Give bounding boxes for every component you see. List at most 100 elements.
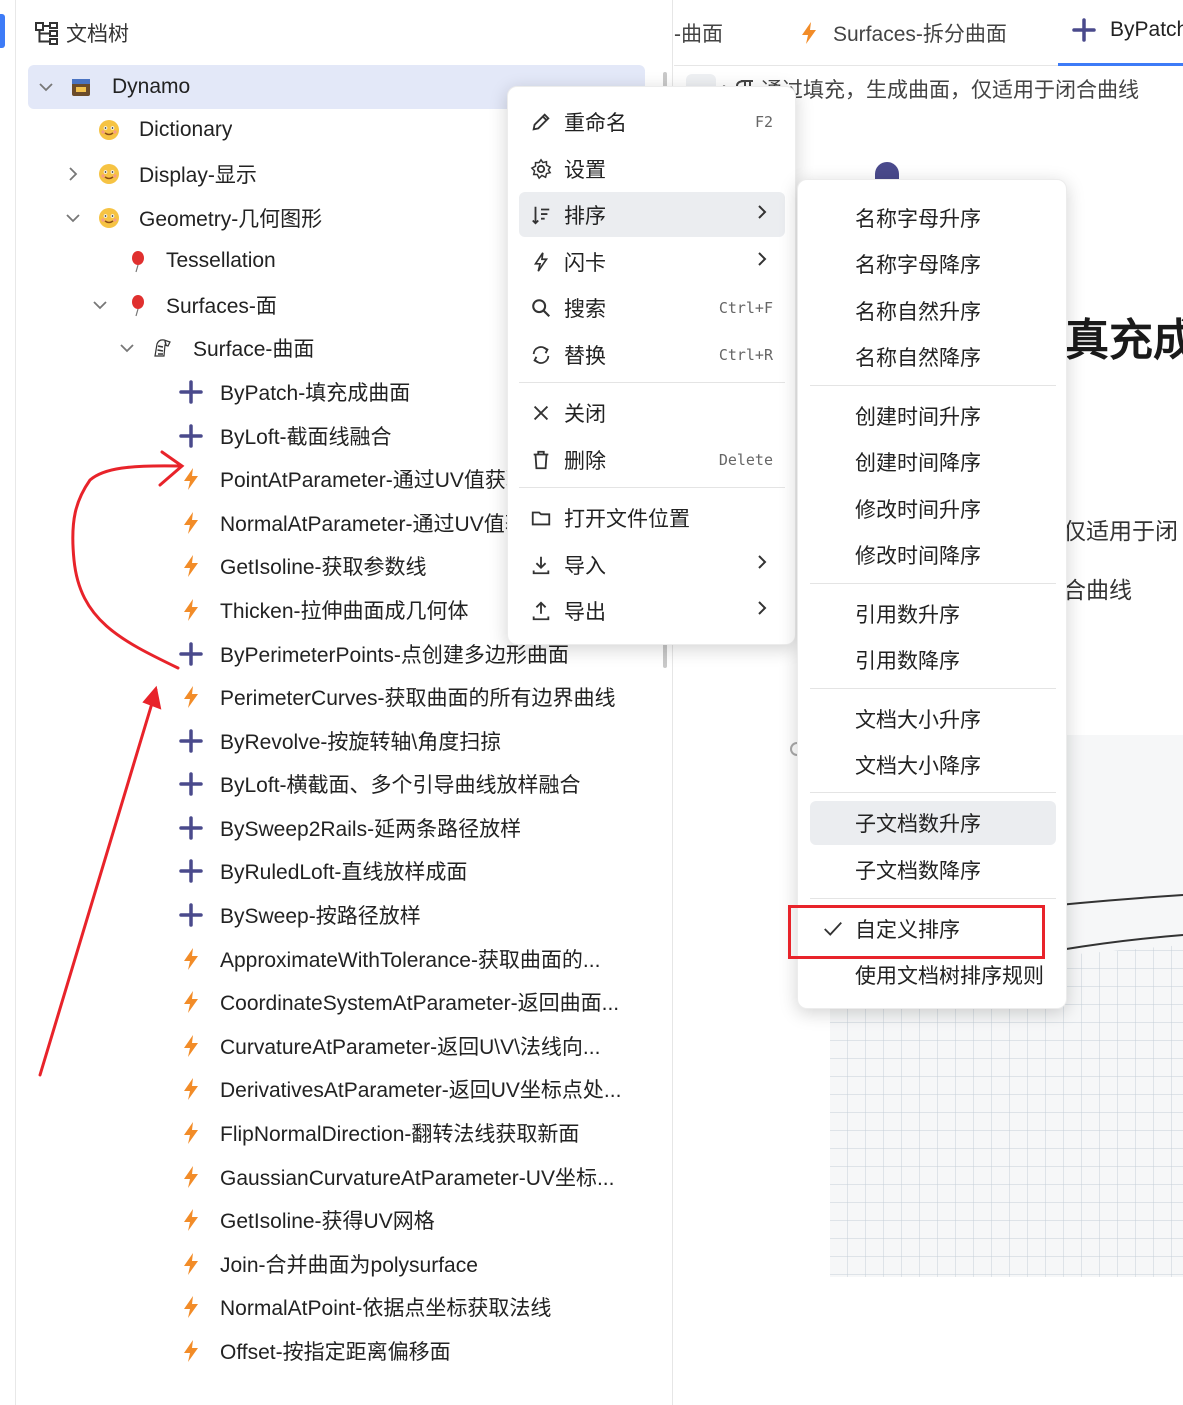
lightning-icon [184, 468, 198, 491]
tree-item-icon[interactable] [178, 1120, 204, 1146]
sort-option[interactable]: 引用数升序 [810, 592, 1056, 636]
tree-item-label: NormalAtPoint-依据点坐标获取法线 [220, 1297, 552, 1321]
tree-item-icon[interactable] [178, 423, 204, 449]
tree-item[interactable]: Offset-按指定距离偏移面 [16, 1329, 656, 1373]
chevron-down-icon[interactable] [117, 338, 137, 358]
tree-item[interactable]: GaussianCurvatureAtParameter-UV坐标... [16, 1155, 656, 1199]
left-accent-bar [0, 14, 5, 48]
tree-item[interactable]: Join-合并曲面为polysurface [16, 1242, 656, 1286]
tree-item-icon[interactable] [96, 205, 122, 231]
menu-item[interactable]: 排序 [519, 192, 785, 237]
menu-item[interactable]: 导入 [519, 542, 785, 587]
menu-item[interactable]: 闪卡 [519, 239, 785, 284]
tree-item[interactable]: ApproximateWithTolerance-获取曲面的... [16, 937, 656, 981]
tree-item[interactable]: BySweep2Rails-延两条路径放样 [16, 806, 656, 850]
tree-item-icon[interactable] [150, 335, 176, 361]
lightning-icon [184, 1165, 198, 1188]
sort-option[interactable]: 引用数降序 [810, 638, 1056, 682]
tree-item-icon[interactable] [178, 728, 204, 754]
tree-item-icon[interactable] [68, 74, 94, 100]
tree-item-icon[interactable] [178, 815, 204, 841]
tree-item-icon[interactable] [178, 1338, 204, 1364]
sort-option[interactable]: 名称字母升序 [810, 196, 1056, 240]
menu-item[interactable]: 删除 Delete [519, 437, 785, 482]
tree-item-icon[interactable] [96, 161, 122, 187]
menu-item[interactable]: 搜索 Ctrl+F [519, 285, 785, 330]
menu-item-icon [529, 448, 553, 472]
sort-option[interactable]: 创建时间升序 [810, 394, 1056, 438]
sort-option[interactable]: 修改时间降序 [810, 533, 1056, 577]
tree-item-icon[interactable] [178, 902, 204, 928]
tree-item-icon[interactable] [96, 117, 122, 143]
flash-icon [533, 251, 549, 272]
tree-item-icon[interactable] [178, 1294, 204, 1320]
context-menu: 重命名 F2 设置 排序 闪卡 搜索 Ctrl+F 替换 Ctrl+R 关闭 删除 Delete 打开文… [507, 86, 796, 645]
menu-item[interactable]: 打开文件位置 [519, 495, 785, 540]
menu-item[interactable]: 导出 [519, 588, 785, 633]
smiley-emoji-icon [99, 207, 119, 228]
tree-item[interactable]: DerivativesAtParameter-返回UV坐标点处... [16, 1068, 656, 1112]
lightning-icon [184, 598, 198, 621]
chevron-right-icon[interactable] [63, 164, 83, 184]
sort-option[interactable]: 子文档数降序 [810, 848, 1056, 892]
tree-item-icon[interactable] [178, 858, 204, 884]
menu-item-label: 导出 [564, 600, 606, 624]
tree-item[interactable]: CoordinateSystemAtParameter-返回曲面... [16, 980, 656, 1024]
menu-item[interactable]: 重命名 F2 [519, 99, 785, 144]
tree-item-icon[interactable] [178, 1076, 204, 1102]
tab-surfaces-split[interactable]: Surfaces-拆分曲面 [799, 18, 1007, 48]
tree-item[interactable]: ByRuledLoft-直线放样成面 [16, 850, 656, 894]
tree-item-icon[interactable] [124, 248, 150, 274]
tree-item-icon[interactable] [178, 771, 204, 797]
tree-item[interactable]: PerimeterCurves-获取曲面的所有边界曲线 [16, 675, 656, 719]
chevron-down-icon[interactable] [36, 77, 56, 97]
chevron-right-icon [755, 600, 769, 621]
tree-item[interactable]: NormalAtPoint-依据点坐标获取法线 [16, 1286, 656, 1330]
chevron-down-icon[interactable] [63, 208, 83, 228]
pencil-icon [532, 112, 550, 131]
tree-item-icon[interactable] [178, 989, 204, 1015]
tree-item[interactable]: BySweep-按路径放样 [16, 893, 656, 937]
sort-option-label: 使用文档树排序规则 [855, 965, 1044, 988]
tree-item-icon[interactable] [178, 597, 204, 623]
tree-item-icon[interactable] [178, 1207, 204, 1233]
sort-option[interactable]: 名称字母降序 [810, 242, 1056, 286]
menu-item[interactable]: 关闭 [519, 390, 785, 435]
plus-icon [179, 772, 203, 797]
menu-item-label: 搜索 [564, 297, 606, 321]
tree-item-icon[interactable] [178, 641, 204, 667]
sort-option[interactable]: 子文档数升序 [810, 801, 1056, 845]
tree-item-icon[interactable] [178, 946, 204, 972]
chevron-down-icon[interactable] [90, 295, 110, 315]
menu-item[interactable]: 设置 [519, 146, 785, 191]
tree-item[interactable]: ByLoft-横截面、多个引导曲线放样融合 [16, 763, 656, 807]
tree-item-icon[interactable] [178, 379, 204, 405]
tree-item-icon[interactable] [178, 553, 204, 579]
sort-option-label: 文档大小降序 [855, 755, 981, 778]
tree-item[interactable]: ByRevolve-按旋转轴\角度扫掠 [16, 719, 656, 763]
tree-item-icon[interactable] [178, 1164, 204, 1190]
sort-option[interactable]: 文档大小降序 [810, 743, 1056, 787]
tree-item-label: Offset-按指定距离偏移面 [220, 1341, 451, 1365]
tree-item-icon[interactable] [178, 684, 204, 710]
tree-item-icon[interactable] [178, 510, 204, 536]
sort-option-label: 子文档数降序 [855, 860, 981, 883]
menu-item[interactable]: 替换 Ctrl+R [519, 332, 785, 377]
tree-item[interactable]: CurvatureAtParameter-返回U\V\法线向... [16, 1024, 656, 1068]
tree-item-icon[interactable] [178, 1251, 204, 1277]
menu-item-icon [529, 343, 553, 367]
tab-surface[interactable]: -曲面 [674, 18, 723, 48]
sort-option[interactable]: 使用文档树排序规则 [810, 953, 1056, 997]
tree-item-label: Thicken-拉伸曲面成几何体 [220, 599, 469, 623]
sort-option[interactable]: 名称自然降序 [810, 335, 1056, 379]
tree-item[interactable]: GetIsoline-获得UV网格 [16, 1198, 656, 1242]
sort-option[interactable]: 创建时间降序 [810, 440, 1056, 484]
sort-option[interactable]: 修改时间升序 [810, 487, 1056, 531]
sort-option[interactable]: 名称自然升序 [810, 289, 1056, 333]
tree-item-icon[interactable] [178, 466, 204, 492]
tree-item-icon[interactable] [124, 292, 150, 318]
tab-bypatch[interactable]: ByPatch [1072, 18, 1183, 42]
tree-item[interactable]: FlipNormalDirection-翻转法线获取新面 [16, 1111, 656, 1155]
sort-option[interactable]: 文档大小升序 [810, 697, 1056, 741]
tree-item-icon[interactable] [178, 1033, 204, 1059]
